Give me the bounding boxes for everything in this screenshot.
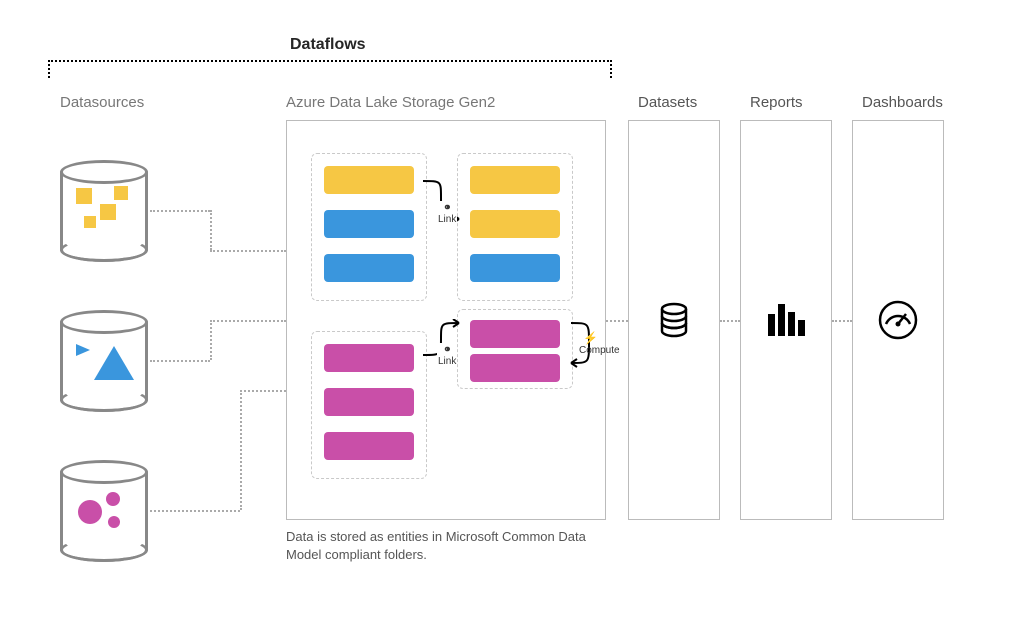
link-icon xyxy=(441,201,453,213)
triangle-icon xyxy=(94,346,134,380)
entity-group xyxy=(457,309,573,389)
label-datasets: Datasets xyxy=(638,94,697,111)
entity-bar xyxy=(470,166,560,194)
connector xyxy=(720,320,740,322)
entity-bar xyxy=(470,354,560,382)
link-label: Link xyxy=(437,343,457,367)
circle-icon xyxy=(78,500,102,524)
label-adls: Azure Data Lake Storage Gen2 xyxy=(286,94,495,111)
reports-box xyxy=(740,120,832,520)
label-datasources: Datasources xyxy=(60,94,144,111)
circle-icon xyxy=(108,516,120,528)
connector xyxy=(150,360,210,362)
entity-bar xyxy=(470,210,560,238)
connector xyxy=(210,250,286,252)
datasource-yellow xyxy=(60,160,148,262)
link-icon xyxy=(441,343,453,355)
connector xyxy=(210,320,212,360)
entity-bar xyxy=(324,388,414,416)
square-icon xyxy=(76,188,92,204)
connector xyxy=(832,320,852,322)
bar-chart-icon xyxy=(764,300,808,340)
connector xyxy=(150,510,240,512)
connector xyxy=(606,320,628,322)
entity-bar xyxy=(324,166,414,194)
datasource-blue xyxy=(60,310,148,412)
entity-group xyxy=(311,153,427,301)
dashboards-box xyxy=(852,120,944,520)
lightning-icon: ⚡ xyxy=(583,331,598,345)
connector xyxy=(150,210,210,212)
dataflows-bracket xyxy=(48,60,612,78)
circle-icon xyxy=(106,492,120,506)
triangle-icon xyxy=(76,344,90,356)
connector xyxy=(240,390,286,392)
label-reports: Reports xyxy=(750,94,803,111)
label-dashboards: Dashboards xyxy=(862,94,943,111)
connector xyxy=(210,320,286,322)
datasource-magenta xyxy=(60,460,148,562)
dataflows-diagram: Dataflows Datasources Azure Data Lake St… xyxy=(0,0,1024,632)
adls-caption: Data is stored as entities in Microsoft … xyxy=(286,528,606,563)
adls-container: Link Link ⚡ Compute xyxy=(286,120,606,520)
compute-label: Compute xyxy=(579,345,620,356)
connector xyxy=(240,390,242,510)
title-dataflows: Dataflows xyxy=(290,36,366,54)
entity-bar xyxy=(324,344,414,372)
datasets-box xyxy=(628,120,720,520)
entity-bar xyxy=(324,254,414,282)
link-label: Link xyxy=(437,201,457,225)
entity-group xyxy=(311,331,427,479)
entity-bar xyxy=(470,254,560,282)
square-icon xyxy=(84,216,96,228)
gauge-icon xyxy=(876,298,920,342)
connector xyxy=(210,210,212,250)
entity-group xyxy=(457,153,573,301)
square-icon xyxy=(100,204,116,220)
square-icon xyxy=(114,186,128,200)
entity-bar xyxy=(324,210,414,238)
entity-bar xyxy=(470,320,560,348)
database-icon xyxy=(654,300,694,340)
entity-bar xyxy=(324,432,414,460)
